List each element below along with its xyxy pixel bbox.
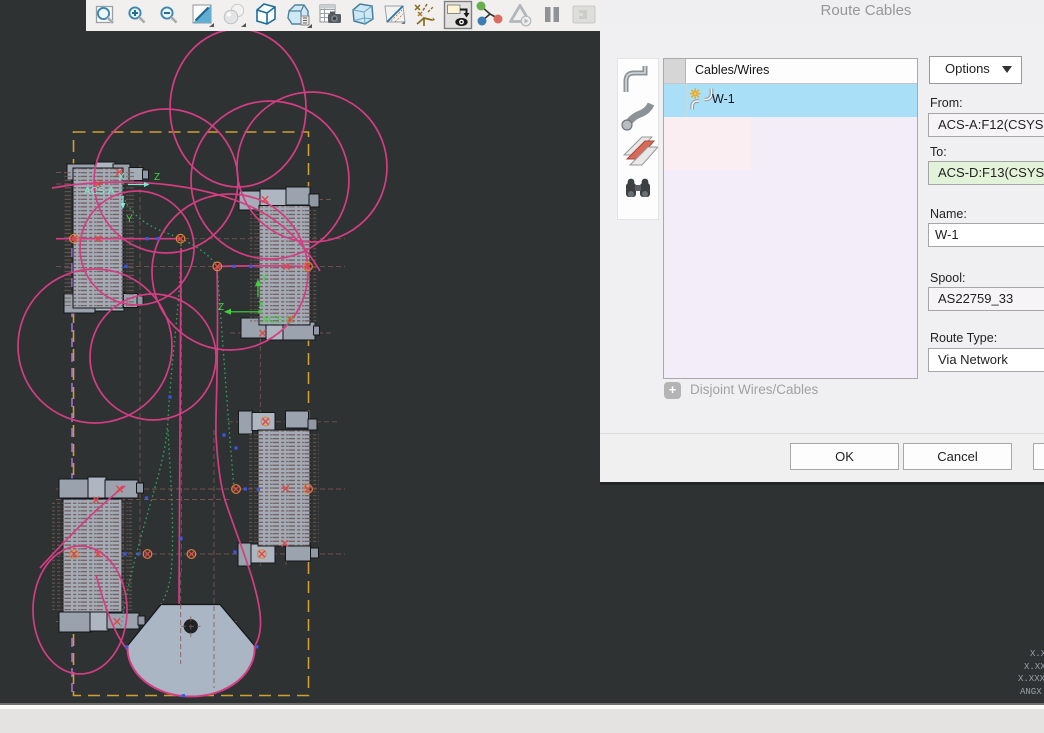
svg-text:X: X [118,172,125,183]
svg-text:ACS-D: ACS-D [262,315,293,326]
svg-text:Z: Z [218,302,224,313]
svg-text:X: X [258,300,265,311]
svg-text:Y: Y [126,214,133,225]
svg-text:X.XXXX: X.XXXX [1018,674,1044,684]
svg-text:Z: Z [154,172,160,183]
svg-text:ACS-A: ACS-A [84,186,115,197]
svg-text:Y: Y [261,273,268,284]
svg-text:X.XX: X.XX [1030,649,1044,659]
svg-text:X.XXX: X.XXX [1024,662,1044,672]
svg-text:ANGX: ANGX [1020,687,1042,697]
